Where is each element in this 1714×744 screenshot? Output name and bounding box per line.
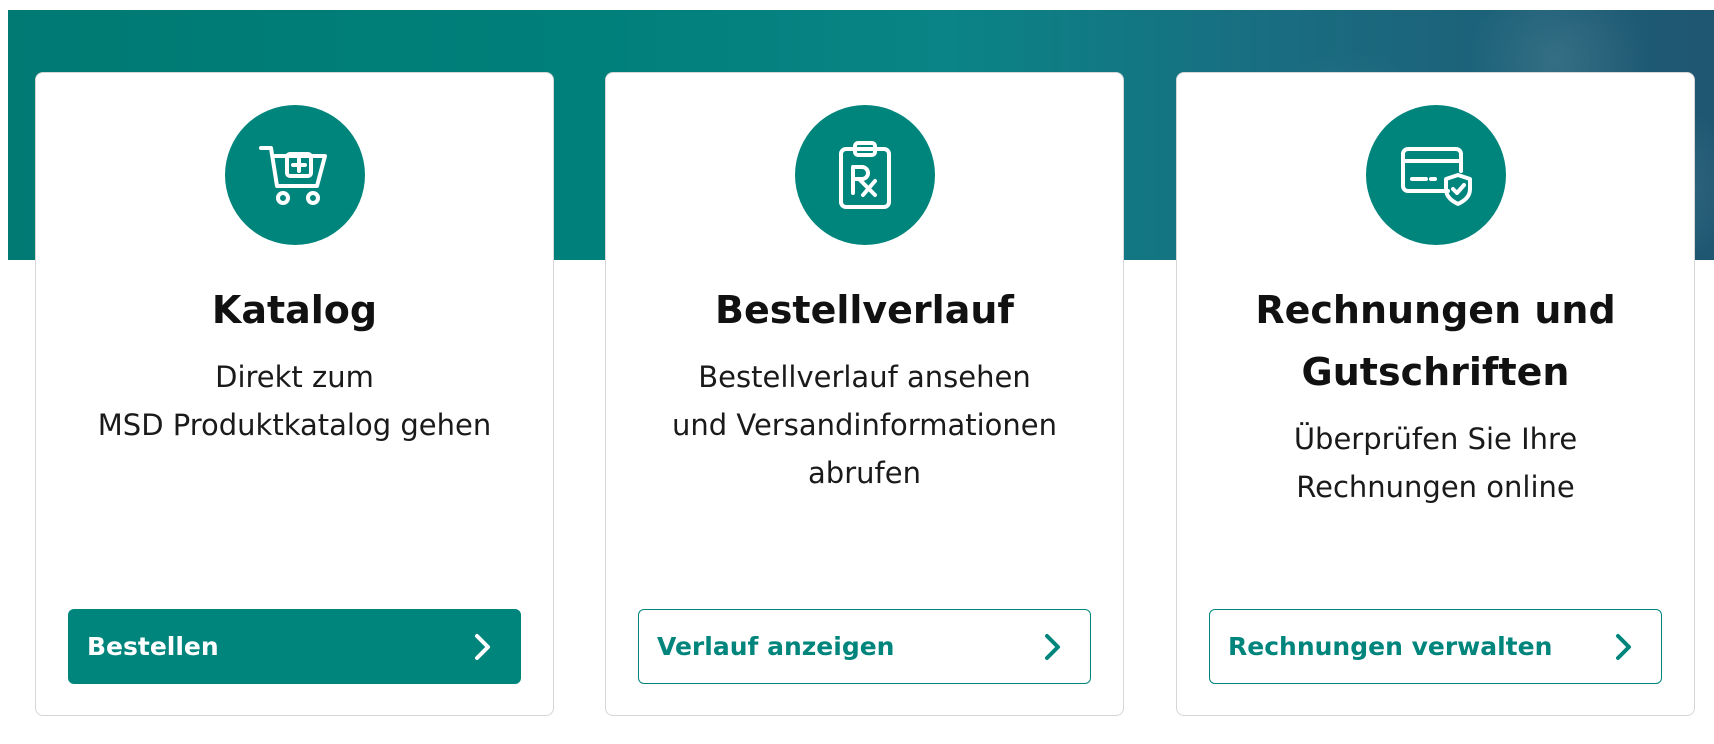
page: Katalog Direkt zum MSD Produktkatalog ge… — [0, 0, 1714, 744]
card-grid: Katalog Direkt zum MSD Produktkatalog ge… — [35, 72, 1699, 718]
card-description-line: Direkt zum — [215, 360, 374, 394]
card-description: Bestellverlauf ansehen und Versandinform… — [636, 353, 1093, 497]
card-title: Rechnungen und Gutschriften — [1197, 279, 1674, 403]
chevron-right-icon — [1044, 633, 1062, 661]
verlauf-anzeigen-button[interactable]: Verlauf anzeigen — [638, 609, 1091, 684]
card-description-line: Rechnungen online — [1296, 470, 1575, 504]
card-title-line: Gutschriften — [1301, 350, 1570, 394]
button-label: Rechnungen verwalten — [1228, 632, 1553, 661]
chevron-right-icon — [1615, 633, 1633, 661]
card-title: Katalog — [211, 288, 378, 332]
card-rechnungen: Rechnungen und Gutschriften Überprüfen S… — [1176, 72, 1695, 716]
card-description-line: Bestellverlauf ansehen — [698, 360, 1031, 394]
card-title: Bestellverlauf — [715, 288, 1014, 332]
shopping-cart-plus-icon — [224, 105, 365, 245]
card-title-line: Rechnungen und — [1255, 288, 1616, 332]
card-description: Überprüfen Sie Ihre Rechnungen online — [1207, 415, 1664, 511]
bestellen-button[interactable]: Bestellen — [68, 609, 521, 684]
card-description-line: MSD Produktkatalog gehen — [97, 408, 492, 442]
card-katalog: Katalog Direkt zum MSD Produktkatalog ge… — [35, 72, 554, 716]
chevron-right-icon — [474, 633, 492, 661]
rechnungen-verwalten-button[interactable]: Rechnungen verwalten — [1209, 609, 1662, 684]
card-bestellverlauf: Bestellverlauf Bestellverlauf ansehen un… — [605, 72, 1124, 716]
button-label: Verlauf anzeigen — [657, 632, 895, 661]
prescription-clipboard-icon — [794, 105, 935, 245]
card-description-line: und Versandinformationen — [671, 408, 1057, 442]
card-description-line: abrufen — [808, 456, 921, 490]
button-label: Bestellen — [87, 632, 219, 661]
card-description: Direkt zum MSD Produktkatalog gehen — [66, 353, 523, 449]
credit-card-shield-icon — [1365, 105, 1506, 245]
card-description-line: Überprüfen Sie Ihre — [1293, 422, 1578, 456]
